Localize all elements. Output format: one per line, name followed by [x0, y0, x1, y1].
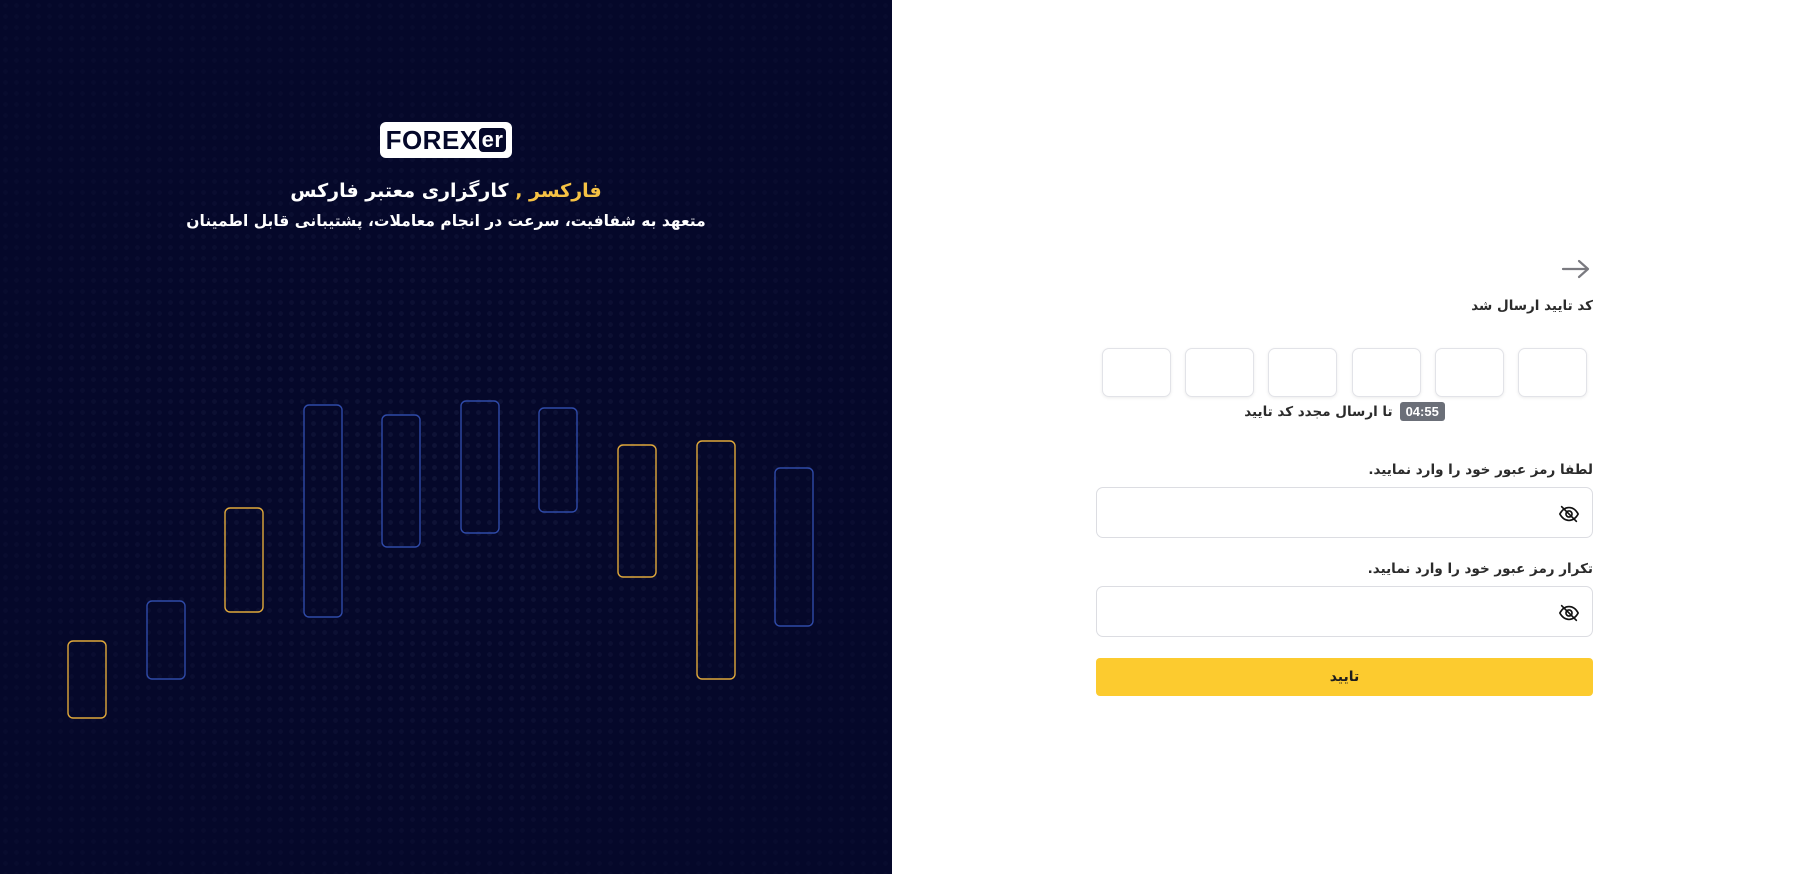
resend-text: تا ارسال مجدد کد تایید: [1244, 403, 1393, 420]
candle: [774, 467, 814, 627]
resend-timer-row: 04:55 تا ارسال مجدد کد تایید: [1096, 402, 1593, 421]
otp-digit-3[interactable]: [1351, 348, 1421, 397]
eye-off-icon[interactable]: [1558, 602, 1580, 624]
arrow-right-icon: [1561, 259, 1590, 279]
page-title: کد تایید ارسال شد: [1471, 298, 1593, 314]
eye-off-icon[interactable]: [1558, 503, 1580, 525]
password-label: لطفا رمز عبور خود را وارد نمایید.: [1368, 462, 1593, 478]
form-panel: کد تایید ارسال شد 04:55 تا ارسال مجدد کد…: [892, 0, 1796, 874]
candle: [67, 640, 107, 719]
logo: FOREX er: [379, 122, 513, 158]
password-confirm-label: تکرار رمز عبور خود را وارد نمایید.: [1367, 561, 1593, 577]
candle: [460, 400, 500, 534]
brand-tagline: کارگزاری معتبر فارکس: [290, 180, 509, 202]
password-field[interactable]: [1096, 487, 1593, 538]
back-button[interactable]: [1559, 252, 1593, 286]
brand-panel: FOREX er فارکسر , کارگزاری معتبر فارکس مت…: [0, 0, 892, 874]
logo-suffix: er: [478, 128, 507, 152]
otp-digit-6[interactable]: [1102, 348, 1172, 397]
candle: [381, 414, 421, 548]
candle: [303, 404, 343, 618]
logo-text: FOREX: [385, 124, 478, 155]
candle: [617, 444, 657, 578]
brand-name: فارکسر ,: [515, 180, 602, 202]
candle: [696, 440, 736, 680]
candle: [224, 507, 264, 613]
password-input[interactable]: [1109, 488, 1548, 537]
otp-digit-2[interactable]: [1434, 348, 1504, 397]
password-confirm-field[interactable]: [1096, 586, 1593, 637]
submit-button[interactable]: تایید: [1096, 658, 1593, 696]
brand-block: FOREX er فارکسر , کارگزاری معتبر فارکس مت…: [0, 122, 892, 230]
candle: [146, 600, 186, 680]
countdown-timer: 04:55: [1399, 402, 1445, 421]
password-confirm-input[interactable]: [1109, 587, 1548, 636]
otp-digit-4[interactable]: [1268, 348, 1338, 397]
otp-digit-5[interactable]: [1185, 348, 1255, 397]
candle: [538, 407, 578, 513]
brand-headline: فارکسر , کارگزاری معتبر فارکس: [290, 180, 602, 202]
otp-digit-1[interactable]: [1518, 348, 1587, 397]
brand-subline: متعهد به شفافیت، سرعت در انجام معاملات، …: [186, 212, 706, 230]
otp-inputs: [1102, 348, 1587, 397]
